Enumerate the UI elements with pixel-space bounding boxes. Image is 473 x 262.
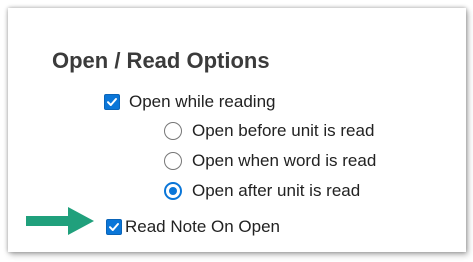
checkmark-icon [107, 98, 117, 106]
radio-open-when-word[interactable] [164, 152, 182, 170]
open-while-reading-checkbox[interactable] [104, 94, 120, 110]
read-note-on-open-checkbox[interactable] [106, 219, 122, 235]
radio-label: Open when word is read [192, 151, 377, 170]
checkmark-icon [109, 223, 119, 231]
radio-open-after-unit[interactable] [164, 182, 182, 200]
radio-open-before-unit[interactable] [164, 122, 182, 140]
read-note-on-open-label: Read Note On Open [125, 217, 280, 236]
section-title: Open / Read Options [52, 48, 270, 73]
radio-option-when-word[interactable]: Open when word is read [164, 151, 376, 171]
open-while-reading-label: Open while reading [129, 92, 276, 111]
radio-label: Open before unit is read [192, 121, 375, 140]
radio-option-after-unit[interactable]: Open after unit is read [164, 181, 360, 201]
radio-option-before[interactable]: Open before unit is read [164, 121, 374, 141]
open-while-reading-option[interactable]: Open while reading [104, 92, 275, 112]
read-note-on-open-option[interactable]: Read Note On Open [106, 217, 280, 237]
radio-label: Open after unit is read [192, 181, 361, 200]
arrow-right-icon [26, 207, 94, 235]
